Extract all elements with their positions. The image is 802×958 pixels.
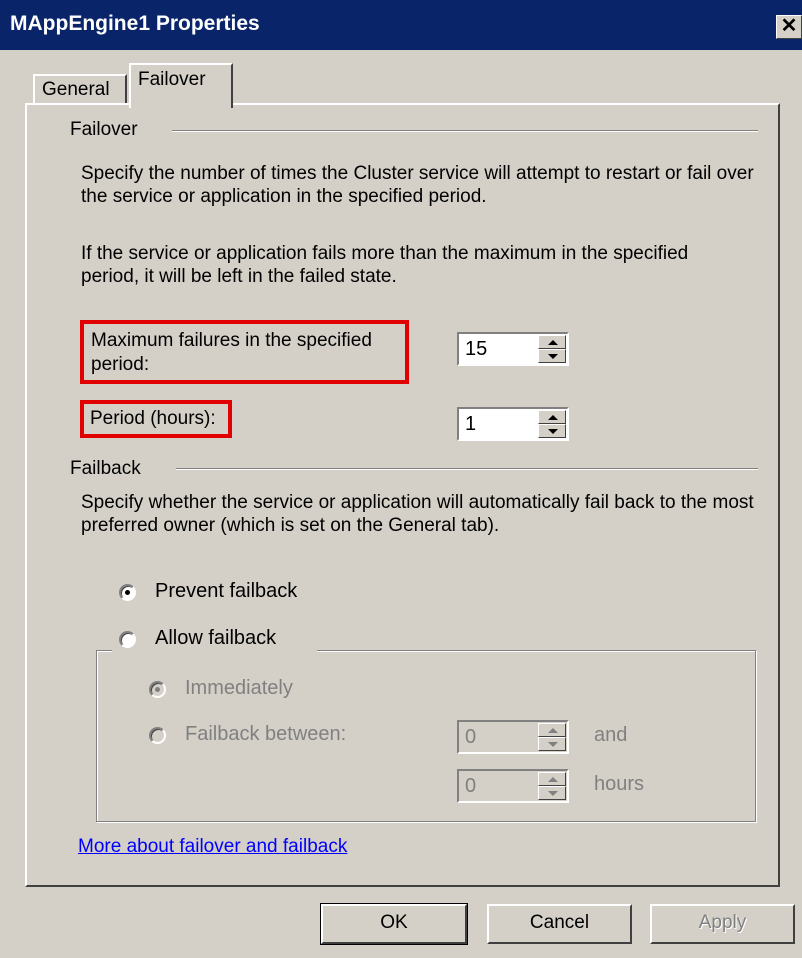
max-failures-highlight (80, 320, 409, 384)
arrow-down-icon (548, 742, 558, 747)
max-failures-up-button[interactable] (538, 335, 566, 349)
period-stepper[interactable]: 1 (457, 407, 569, 441)
failback-between-label: Failback between: (185, 723, 347, 745)
failback-end-up-button[interactable] (538, 772, 566, 786)
failback-start-value: 0 (465, 726, 477, 748)
period-value: 1 (465, 413, 477, 435)
immediately-label: Immediately (185, 677, 293, 699)
help-link[interactable]: More about failover and failback (78, 836, 347, 858)
arrow-down-icon (548, 791, 558, 796)
failover-description: Specify the number of times the Cluster … (81, 163, 754, 207)
failback-start-stepper[interactable]: 0 (457, 720, 569, 754)
failback-heading: Failback (70, 458, 141, 479)
max-failures-value: 15 (465, 338, 488, 360)
arrow-up-icon (548, 777, 558, 782)
prevent-failback-label: Prevent failback (155, 580, 298, 602)
failback-description: Specify whether the service or applicati… (81, 492, 754, 536)
failback-start-up-button[interactable] (538, 723, 566, 737)
arrow-down-icon (548, 429, 558, 434)
failback-between-radio[interactable] (149, 727, 166, 744)
cancel-button[interactable]: Cancel (487, 904, 632, 944)
window-title: MAppEngine1 Properties (10, 12, 260, 35)
arrow-up-icon (548, 728, 558, 733)
arrow-up-icon (548, 340, 558, 345)
max-failures-stepper[interactable]: 15 (457, 332, 569, 366)
failback-end-value: 0 (465, 775, 477, 797)
ok-button[interactable]: OK (320, 903, 468, 945)
and-label: and (594, 724, 628, 746)
close-button[interactable]: ✕ (776, 15, 802, 39)
failback-start-down-button[interactable] (538, 737, 566, 751)
period-down-button[interactable] (538, 424, 566, 438)
failback-end-down-button[interactable] (538, 786, 566, 800)
failback-end-stepper[interactable]: 0 (457, 769, 569, 803)
close-icon: ✕ (780, 15, 798, 37)
failover-state-description: If the service or application fails more… (81, 243, 689, 287)
prevent-failback-radio[interactable] (119, 584, 136, 601)
period-highlight (80, 400, 232, 438)
allow-failback-radio[interactable] (119, 631, 136, 648)
period-up-button[interactable] (538, 410, 566, 424)
max-failures-down-button[interactable] (538, 349, 566, 363)
tab-failover-label: Failover (138, 69, 206, 90)
hours-label: hours (594, 773, 645, 795)
apply-button[interactable]: Apply (650, 904, 795, 944)
tab-failover[interactable]: Failover (129, 63, 233, 108)
failover-divider (172, 130, 758, 132)
allow-failback-label: Allow failback (155, 627, 277, 649)
arrow-down-icon (548, 354, 558, 359)
arrow-up-icon (548, 415, 558, 420)
tab-general-label: General (42, 79, 110, 100)
failover-heading: Failover (70, 119, 138, 140)
immediately-radio[interactable] (149, 681, 166, 698)
failback-divider (176, 468, 758, 470)
